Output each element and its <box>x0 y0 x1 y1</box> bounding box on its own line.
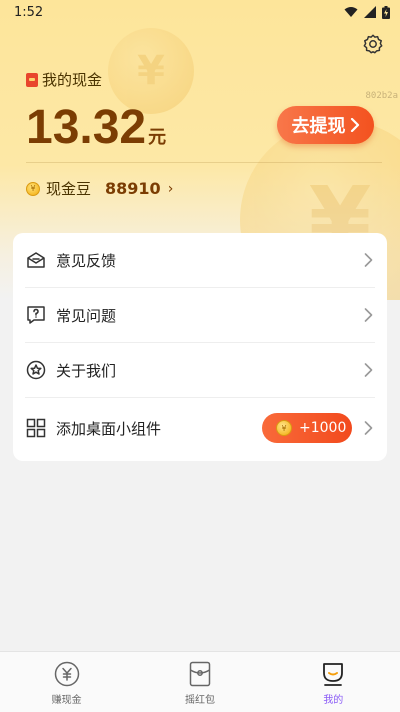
menu-item-faq[interactable]: 常见问题 <box>13 288 387 342</box>
chevron-right-icon <box>350 118 359 132</box>
bottom-nav: 赚现金 摇红包 我的 <box>0 651 400 712</box>
widget-bonus-value: +1000 <box>299 420 347 436</box>
header-divider <box>26 162 382 163</box>
red-packet-icon <box>186 660 214 688</box>
debug-id-label: 802b2a <box>365 91 398 101</box>
chevron-right-icon <box>364 253 373 267</box>
star-circle-icon <box>25 359 47 381</box>
chevron-right-icon <box>364 308 373 322</box>
withdraw-button-label: 去提现 <box>291 116 346 137</box>
yuan-coin-icon <box>53 660 81 688</box>
cash-amount-value: 13.32 <box>26 101 147 154</box>
profile-cup-icon <box>319 660 347 688</box>
nav-label: 我的 <box>323 695 344 706</box>
menu-item-about[interactable]: 关于我们 <box>13 343 387 397</box>
nav-item-earn-cash[interactable]: 赚现金 <box>0 652 133 712</box>
withdraw-button[interactable]: 去提现 <box>277 106 374 144</box>
chevron-right-icon <box>364 421 373 435</box>
nav-item-mine[interactable]: 我的 <box>267 652 400 712</box>
cash-label: 我的现金 <box>26 69 102 90</box>
signal-icon <box>364 6 376 18</box>
cash-amount: 13.32 元 <box>26 100 166 155</box>
question-bubble-icon <box>25 304 47 326</box>
bean-coin-icon: ¥ <box>26 181 40 196</box>
battery-icon <box>382 5 390 19</box>
nav-item-shake-packet[interactable]: 摇红包 <box>133 652 266 712</box>
gear-icon <box>363 34 383 54</box>
status-time: 1:52 <box>14 4 44 20</box>
menu-item-label: 关于我们 <box>56 361 117 380</box>
bean-value: 88910 <box>105 179 161 198</box>
cash-bean-row[interactable]: ¥ 现金豆 88910 › <box>26 178 173 199</box>
chevron-right-icon <box>364 363 373 377</box>
widget-grid-icon <box>25 417 47 439</box>
cash-label-text: 我的现金 <box>42 71 103 89</box>
status-bar: 1:52 <box>0 0 400 24</box>
widget-bonus-badge[interactable]: ¥ +1000 <box>262 413 352 443</box>
coin-icon: ¥ <box>276 420 292 436</box>
menu-item-feedback[interactable]: 意见反馈 <box>13 233 387 287</box>
nav-label: 摇红包 <box>184 695 215 706</box>
red-packet-icon <box>26 72 38 87</box>
cash-amount-unit: 元 <box>148 127 167 148</box>
settings-button[interactable] <box>360 31 386 57</box>
menu-item-label: 意见反馈 <box>56 251 117 270</box>
bean-label: 现金豆 <box>46 180 92 198</box>
nav-label: 赚现金 <box>51 695 82 706</box>
chevron-right-icon: › <box>167 180 174 197</box>
wifi-icon <box>344 7 358 17</box>
menu-item-label: 添加桌面小组件 <box>56 419 162 438</box>
menu-item-label: 常见问题 <box>56 306 117 325</box>
menu-card: 意见反馈 常见问题 关于我们 添加桌面小组件 ¥ +1000 <box>13 233 387 461</box>
feedback-envelope-icon <box>25 249 47 271</box>
